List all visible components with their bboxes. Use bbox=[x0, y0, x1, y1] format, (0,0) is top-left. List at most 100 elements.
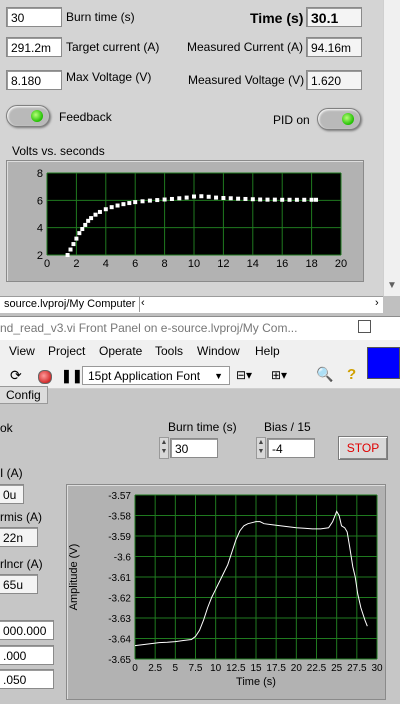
y-tick-label: -3.63 bbox=[108, 614, 131, 625]
max-voltage-input[interactable]: 8.180 bbox=[6, 70, 62, 90]
font-select[interactable]: 15pt Application Font ▼ bbox=[82, 366, 230, 385]
data-point bbox=[68, 247, 73, 252]
data-point bbox=[287, 197, 292, 202]
y-tick-label: -3.57 bbox=[108, 491, 131, 502]
align-objects-icon[interactable]: ⊟▾ bbox=[236, 368, 252, 382]
y-tick-label: -3.59 bbox=[108, 532, 131, 543]
incr-indicator: 65u bbox=[0, 574, 38, 594]
target-current-input[interactable]: 291.2m bbox=[6, 37, 62, 57]
data-point bbox=[71, 242, 76, 247]
y-tick-label: 2 bbox=[37, 250, 43, 262]
data-point bbox=[65, 253, 70, 257]
x-tick-label: 10 bbox=[210, 663, 222, 674]
bias-input[interactable]: -4 bbox=[267, 438, 315, 458]
bias-stepper[interactable]: ▲ ▼ bbox=[256, 437, 266, 459]
window-title: nd_read_v3.vi Front Panel on e-source.lv… bbox=[0, 321, 298, 335]
data-point bbox=[177, 196, 182, 201]
x-tick-label: 12.5 bbox=[226, 663, 246, 674]
x-tick-label: 20 bbox=[291, 663, 303, 674]
x-tick-label: 27.5 bbox=[347, 663, 367, 674]
left-value-field-1[interactable]: 000.000 bbox=[0, 620, 54, 640]
y-tick-label: -3.58 bbox=[108, 512, 131, 523]
data-point bbox=[272, 197, 277, 202]
menu-help[interactable]: Help bbox=[255, 344, 280, 358]
data-point bbox=[115, 203, 120, 208]
data-point bbox=[243, 196, 248, 201]
pid-toggle[interactable] bbox=[317, 108, 361, 130]
x-tick-label: 25 bbox=[331, 663, 343, 674]
graph-title: Volts vs. seconds bbox=[12, 144, 105, 158]
data-point bbox=[77, 231, 82, 236]
x-tick-label: 7.5 bbox=[189, 663, 203, 674]
feedback-label: Feedback bbox=[59, 110, 112, 124]
amplitude-chart: 0 2.5 5 7.5 10 12.5 15 17.5 20 22.5 25 27.5 30 -3.57 -… bbox=[68, 491, 383, 688]
pid-label: PID on bbox=[273, 113, 310, 127]
x-tick-label: 14 bbox=[247, 258, 259, 270]
x-tick-label: 22.5 bbox=[307, 663, 327, 674]
abort-icon[interactable] bbox=[38, 370, 52, 384]
vertical-scrollbar[interactable]: ▼ bbox=[383, 0, 400, 296]
tab-config[interactable]: Config bbox=[0, 386, 48, 404]
left-value-field-3[interactable]: .050 bbox=[0, 669, 54, 689]
y-tick-label: -3.6 bbox=[114, 553, 132, 564]
x-tick-label: 15 bbox=[250, 663, 262, 674]
data-point bbox=[221, 196, 226, 201]
left-value-field-2[interactable]: .000 bbox=[0, 645, 54, 665]
distribute-objects-icon[interactable]: ⊞▾ bbox=[271, 368, 287, 382]
data-point bbox=[206, 194, 211, 199]
measured-current-label: Measured Current (A) bbox=[187, 40, 304, 54]
menu-tools[interactable]: Tools bbox=[155, 344, 183, 358]
scroll-right-icon[interactable]: › bbox=[375, 297, 379, 309]
pause-icon[interactable]: ❚❚ bbox=[61, 368, 83, 384]
scroll-left-icon[interactable]: ‹ bbox=[141, 297, 145, 309]
window-title-bar[interactable]: nd_read_v3.vi Front Panel on e-source.lv… bbox=[0, 316, 400, 341]
menu-window[interactable]: Window bbox=[197, 344, 240, 358]
search-icon[interactable]: 🔍 bbox=[316, 366, 333, 383]
y-tick-label: -3.62 bbox=[108, 594, 131, 605]
data-point bbox=[155, 198, 160, 203]
led-on-icon bbox=[31, 110, 43, 122]
target-current-label: Target current (A) bbox=[66, 40, 160, 54]
y-tick-label: -3.65 bbox=[108, 655, 131, 666]
data-point bbox=[302, 197, 307, 202]
maximize-button[interactable] bbox=[358, 320, 371, 333]
data-point bbox=[184, 195, 189, 200]
x-tick-label: 4 bbox=[103, 258, 109, 270]
data-point bbox=[236, 196, 241, 201]
rms-label: rmis (A) bbox=[0, 510, 42, 524]
project-tab[interactable]: source.lvproj/My Computer bbox=[0, 297, 141, 312]
burn-time-input-2[interactable]: 30 bbox=[170, 438, 218, 458]
burn-time-label-2: Burn time (s) bbox=[168, 420, 237, 434]
data-point bbox=[89, 216, 94, 221]
x-tick-label: 16 bbox=[276, 258, 288, 270]
run-continuously-icon[interactable]: ⟳ bbox=[10, 367, 22, 384]
burn-time-input[interactable]: 30 bbox=[6, 7, 62, 27]
data-point bbox=[214, 195, 219, 200]
menu-project[interactable]: Project bbox=[48, 344, 85, 358]
y-tick-label: 4 bbox=[37, 223, 43, 235]
led-on-icon bbox=[342, 113, 354, 125]
scroll-down-arrow-icon[interactable]: ▼ bbox=[387, 280, 397, 291]
menu-view[interactable]: View bbox=[9, 344, 35, 358]
stop-button[interactable]: STOP bbox=[338, 436, 388, 460]
data-point bbox=[140, 199, 145, 204]
data-point bbox=[169, 196, 174, 201]
current-label: I (A) bbox=[0, 466, 23, 480]
rms-indicator: 22n bbox=[0, 527, 38, 547]
menu-operate[interactable]: Operate bbox=[99, 344, 142, 358]
time-label: Time (s) bbox=[250, 10, 304, 26]
x-tick-label: 12 bbox=[217, 258, 229, 270]
volts-graph-frame: 0 2 4 6 8 10 12 14 16 18 20 2 4 6 8 bbox=[6, 160, 364, 282]
feedback-toggle[interactable] bbox=[6, 105, 50, 127]
burn-time-stepper[interactable]: ▲ ▼ bbox=[159, 437, 169, 459]
current-indicator: 0u bbox=[0, 484, 24, 504]
help-icon[interactable]: ? bbox=[347, 366, 356, 383]
data-point bbox=[250, 197, 255, 202]
data-point bbox=[309, 197, 314, 202]
data-point bbox=[280, 197, 285, 202]
data-point bbox=[121, 202, 126, 207]
measured-voltage-label: Measured Voltage (V) bbox=[188, 73, 305, 87]
data-point bbox=[192, 194, 196, 199]
data-point bbox=[127, 201, 132, 206]
x-tick-label: 18 bbox=[305, 258, 317, 270]
